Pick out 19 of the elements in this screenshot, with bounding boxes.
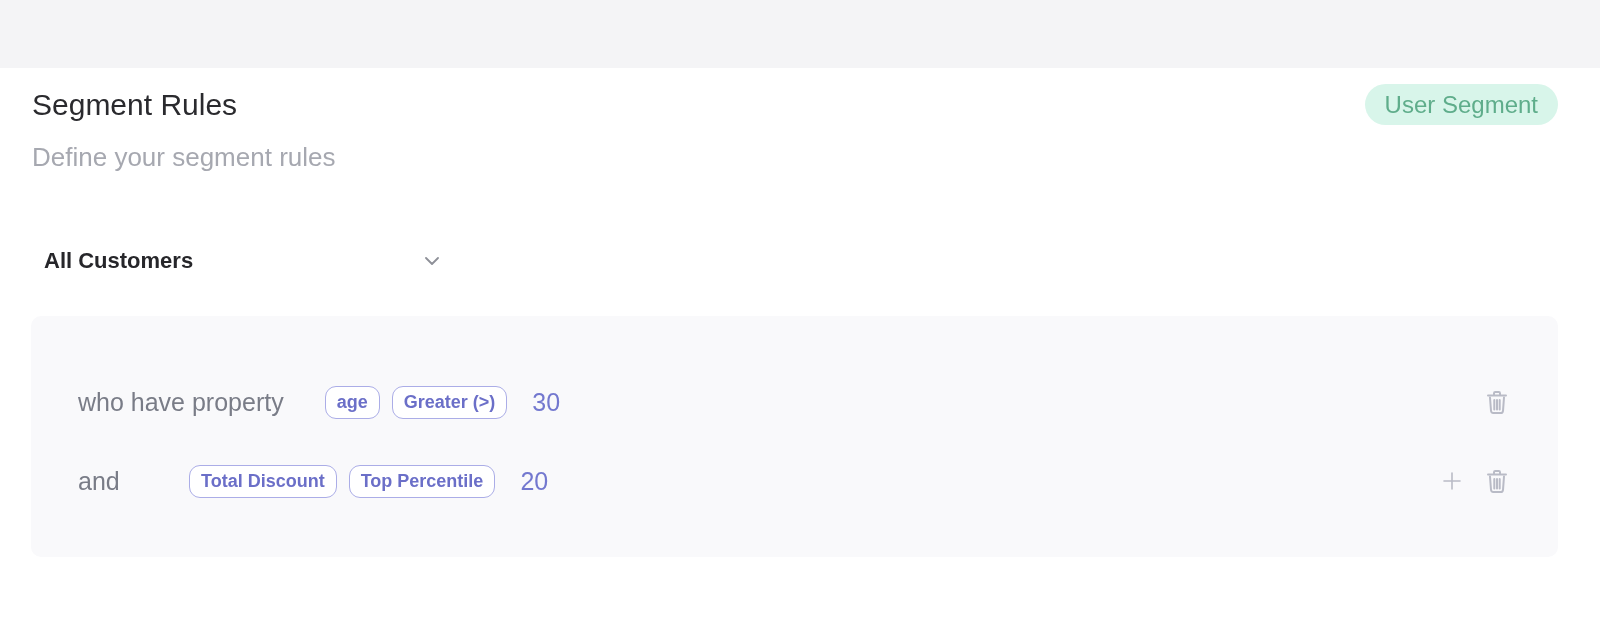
trash-icon (1487, 390, 1507, 414)
section-title: Segment Rules (32, 86, 238, 123)
delete-button[interactable] (1487, 390, 1507, 414)
rule-chip[interactable]: Greater (>) (391, 385, 508, 419)
plus-icon (1443, 472, 1461, 490)
add-button[interactable] (1443, 472, 1461, 490)
rule-label: and (78, 466, 121, 496)
rule-chip[interactable]: Total Discount (189, 464, 337, 498)
rule-label: who have property (78, 387, 284, 417)
section-subtitle: Define your segment rules (32, 141, 337, 173)
rule-chip[interactable]: age (324, 385, 380, 419)
rule-value[interactable]: 20 (520, 466, 549, 496)
segment-type-badge: User Segment (1364, 84, 1558, 125)
customer-select[interactable]: All Customers (31, 245, 451, 277)
trash-icon (1487, 469, 1507, 493)
delete-button[interactable] (1487, 469, 1507, 493)
chevron-down-icon (425, 257, 439, 265)
rule-chip[interactable]: Top Percentile (348, 464, 496, 498)
rule-value[interactable]: 30 (532, 387, 561, 417)
